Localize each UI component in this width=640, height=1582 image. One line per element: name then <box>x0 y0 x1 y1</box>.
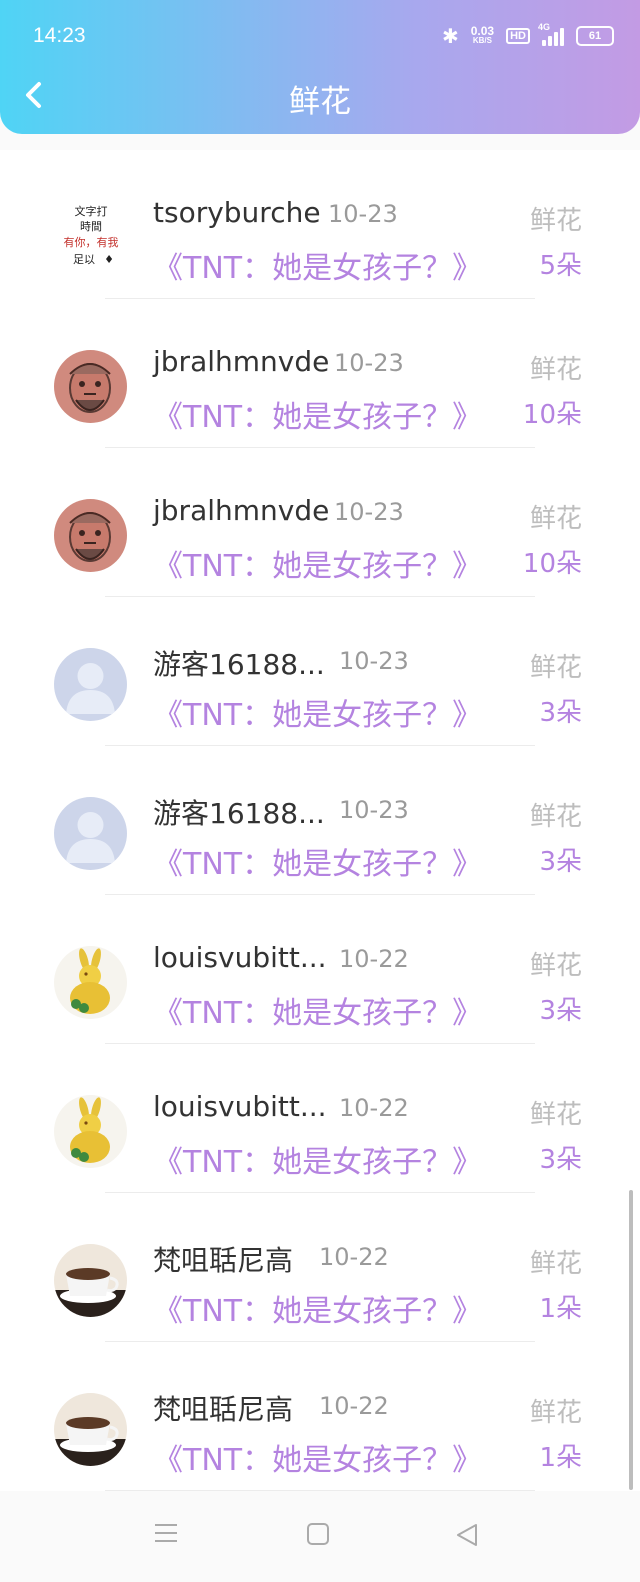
gift-date: 10-23 <box>339 647 409 675</box>
book-title-link[interactable]: 《TNT：她是女孩子？》 <box>153 1435 482 1479</box>
user-name[interactable]: 游客16188... <box>153 643 325 683</box>
svg-text:有你，有我: 有你，有我 <box>64 235 119 249</box>
book-title-link[interactable]: 《TNT：她是女孩子？》 <box>153 541 482 585</box>
book-title-link[interactable]: 《TNT：她是女孩子？》 <box>153 988 482 1032</box>
status-icons: ✱ 0.03 KB/S HD 4G 61 <box>441 22 614 48</box>
gift-count: 10朵 <box>522 400 582 430</box>
user-avatar[interactable] <box>54 648 127 721</box>
user-name[interactable]: tsoryburche <box>153 196 321 229</box>
svg-text:時間: 時間 <box>80 220 102 233</box>
scrollbar[interactable] <box>629 1190 633 1490</box>
user-avatar[interactable] <box>54 1393 127 1466</box>
gift-list-item[interactable]: 游客16188... 10-23 《TNT：她是女孩子？》 鲜花 3朵 <box>0 746 640 895</box>
back-nav-icon[interactable] <box>455 1522 479 1548</box>
gift-count: 1朵 <box>539 1294 582 1324</box>
bluetooth-icon: ✱ <box>441 24 459 48</box>
svg-text:足以: 足以 <box>73 253 95 266</box>
gift-date: 10-23 <box>339 796 409 824</box>
user-name[interactable]: louisvubitt... <box>153 941 327 974</box>
gift-list-item[interactable]: jbralhmnvde 10-23 《TNT：她是女孩子？》 鲜花 10朵 <box>0 299 640 448</box>
gift-date: 10-23 <box>328 200 398 228</box>
gift-count: 3朵 <box>539 847 582 877</box>
gift-date: 10-23 <box>334 349 404 377</box>
book-title-link[interactable]: 《TNT：她是女孩子？》 <box>153 1286 482 1330</box>
gift-list-item[interactable]: 游客16188... 10-23 《TNT：她是女孩子？》 鲜花 3朵 <box>0 597 640 746</box>
gift-type-label: 鲜花 <box>529 802 582 832</box>
gift-count: 5朵 <box>539 251 582 281</box>
gift-type-label: 鲜花 <box>529 504 582 534</box>
book-title-link[interactable]: 《TNT：她是女孩子？》 <box>153 839 482 883</box>
svg-text:♦: ♦ <box>104 253 114 266</box>
menu-icon[interactable] <box>153 1522 179 1544</box>
home-icon[interactable] <box>306 1522 330 1546</box>
signal-icon: 4G <box>538 22 564 46</box>
network-speed-unit: KB/S <box>472 36 492 45</box>
user-avatar[interactable]: 文字打 時間 有你，有我 足以 ♦ <box>54 201 127 274</box>
gift-type-label: 鲜花 <box>529 1249 582 1279</box>
user-avatar[interactable] <box>54 350 127 423</box>
gift-type-label: 鲜花 <box>529 653 582 683</box>
user-name[interactable]: 梵咀聒尼高 <box>153 1239 293 1279</box>
user-avatar[interactable] <box>54 946 127 1019</box>
gift-list-item[interactable]: louisvubitt... 10-22 《TNT：她是女孩子？》 鲜花 3朵 <box>0 1044 640 1193</box>
gift-count: 3朵 <box>539 1145 582 1175</box>
battery-icon: 61 <box>576 26 614 46</box>
gift-type-label: 鲜花 <box>529 1398 582 1428</box>
user-name[interactable]: 游客16188... <box>153 792 325 832</box>
book-title-link[interactable]: 《TNT：她是女孩子？》 <box>153 243 482 287</box>
gift-list-item[interactable]: 文字打 時間 有你，有我 足以 ♦ tsoryburche 10-23 《TNT… <box>0 150 640 299</box>
gift-list-item[interactable]: jbralhmnvde 10-23 《TNT：她是女孩子？》 鲜花 10朵 <box>0 448 640 597</box>
network-speed: 0.03 KB/S <box>471 25 494 46</box>
gift-type-label: 鲜花 <box>529 206 582 236</box>
system-nav-bar <box>0 1494 640 1582</box>
app-header: 14:23 ✱ 0.03 KB/S HD 4G 61 鲜花 <box>0 0 640 134</box>
gift-date: 10-22 <box>319 1243 389 1271</box>
network-type: 4G <box>538 22 551 32</box>
book-title-link[interactable]: 《TNT：她是女孩子？》 <box>153 392 482 436</box>
gift-count: 3朵 <box>539 996 582 1026</box>
gift-count: 1朵 <box>539 1443 582 1473</box>
user-avatar[interactable] <box>54 1095 127 1168</box>
user-avatar[interactable] <box>54 797 127 870</box>
gift-count: 10朵 <box>522 549 582 579</box>
hd-icon: HD <box>506 28 530 44</box>
user-avatar[interactable] <box>54 499 127 572</box>
user-name[interactable]: jbralhmnvde <box>153 494 329 527</box>
book-title-link[interactable]: 《TNT：她是女孩子？》 <box>153 1137 482 1181</box>
gift-count: 3朵 <box>539 698 582 728</box>
user-name[interactable]: jbralhmnvde <box>153 345 329 378</box>
gift-date: 10-22 <box>339 945 409 973</box>
gift-date: 10-22 <box>339 1094 409 1122</box>
user-name[interactable]: louisvubitt... <box>153 1090 327 1123</box>
book-title-link[interactable]: 《TNT：她是女孩子？》 <box>153 690 482 734</box>
status-time: 14:23 <box>33 24 86 47</box>
page-title: 鲜花 <box>289 84 351 120</box>
gift-type-label: 鲜花 <box>529 951 582 981</box>
gift-type-label: 鲜花 <box>529 355 582 385</box>
gift-list-item[interactable]: 梵咀聒尼高 10-22 《TNT：她是女孩子？》 鲜花 1朵 <box>0 1342 640 1491</box>
gift-type-label: 鲜花 <box>529 1100 582 1130</box>
user-name[interactable]: 梵咀聒尼高 <box>153 1388 293 1428</box>
gift-date: 10-22 <box>319 1392 389 1420</box>
user-avatar[interactable] <box>54 1244 127 1317</box>
gift-list-item[interactable]: louisvubitt... 10-22 《TNT：她是女孩子？》 鲜花 3朵 <box>0 895 640 1044</box>
gift-list: 文字打 時間 有你，有我 足以 ♦ tsoryburche 10-23 《TNT… <box>0 150 640 1491</box>
gift-list-item[interactable]: 梵咀聒尼高 10-22 《TNT：她是女孩子？》 鲜花 1朵 <box>0 1193 640 1342</box>
svg-text:文字打: 文字打 <box>75 204 108 218</box>
gift-date: 10-23 <box>334 498 404 526</box>
